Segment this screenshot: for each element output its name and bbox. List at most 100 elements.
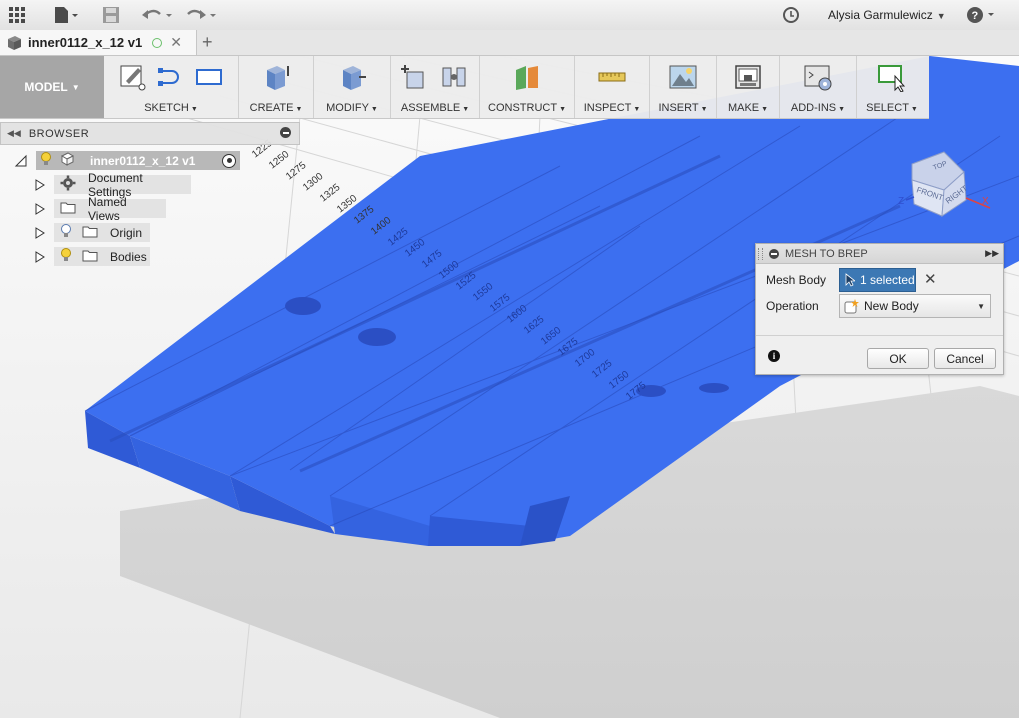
folder-icon xyxy=(82,249,98,265)
hole xyxy=(699,383,729,393)
axis-z-label: Z xyxy=(898,196,904,207)
ok-button-label: OK xyxy=(889,351,907,366)
expand-arrow-icon[interactable] xyxy=(34,178,46,192)
collapse-arrow-icon[interactable] xyxy=(14,154,28,168)
toolbar-group-construct[interactable]: CONSTRUCT ▼ xyxy=(480,56,575,118)
ok-button[interactable]: OK xyxy=(867,348,929,369)
operation-value: New Body xyxy=(864,299,919,313)
minimize-panel-icon[interactable] xyxy=(280,127,291,138)
chevron-down-icon: ▼ xyxy=(700,106,708,113)
hole xyxy=(358,328,396,346)
measure-icon[interactable] xyxy=(597,62,627,92)
construct-label: CONSTRUCT xyxy=(488,102,558,114)
extrude-icon[interactable] xyxy=(261,62,291,92)
lightbulb-icon[interactable] xyxy=(40,152,52,169)
drag-handle-icon[interactable] xyxy=(758,247,763,260)
press-pull-icon[interactable] xyxy=(337,62,367,92)
cancel-button-label: Cancel xyxy=(946,351,984,366)
offset-plane-icon[interactable] xyxy=(512,62,542,92)
user-menu[interactable]: Alysia Garmulewicz ▼ xyxy=(828,8,946,22)
chevron-down-icon: ▼ xyxy=(761,106,769,113)
chevron-down-icon: ▼ xyxy=(370,106,378,113)
folder-icon xyxy=(82,225,98,241)
chevron-down-icon: ▼ xyxy=(71,82,80,92)
scripts-addins-icon[interactable] xyxy=(803,62,833,92)
browser-item-origin[interactable]: Origin xyxy=(34,223,150,242)
browser-root-row[interactable]: inner0112_x_12 v1 xyxy=(14,151,240,170)
document-tab-bar: inner0112_x_12 v1 ✕ + xyxy=(0,30,1019,56)
new-component-icon[interactable] xyxy=(401,62,431,92)
toolbar-group-inspect[interactable]: INSPECT ▼ xyxy=(575,56,650,118)
lightbulb-icon[interactable] xyxy=(60,248,72,265)
insert-label: INSERT xyxy=(658,102,699,114)
operation-row: Operation xyxy=(766,299,819,313)
gear-icon xyxy=(60,175,76,194)
chevron-down-icon: ▼ xyxy=(977,301,985,311)
undo-icon[interactable] xyxy=(140,4,174,26)
addins-label: ADD-INS xyxy=(790,102,837,114)
insert-image-icon[interactable] xyxy=(668,62,698,92)
dialog-divider xyxy=(756,335,1003,336)
browser-item-bodies[interactable]: Bodies xyxy=(34,247,150,266)
chevron-down-icon: ▼ xyxy=(633,106,641,113)
chevron-down-icon: ▼ xyxy=(190,106,198,113)
lightbulb-off-icon[interactable] xyxy=(60,224,72,241)
toolbar-group-assemble[interactable]: ASSEMBLE ▼ xyxy=(391,56,480,118)
operation-dropdown[interactable]: New Body ▼ xyxy=(839,294,991,318)
browser-item-named-views[interactable]: Named Views xyxy=(34,195,166,223)
cancel-button[interactable]: Cancel xyxy=(934,348,996,369)
save-icon[interactable] xyxy=(101,4,121,26)
hole xyxy=(285,297,321,315)
help-icon[interactable]: ? xyxy=(966,4,1000,26)
toolbar-group-addins[interactable]: ADD-INS ▼ xyxy=(780,56,857,118)
dialog-title: MESH TO BREP xyxy=(785,247,868,260)
document-tab[interactable]: inner0112_x_12 v1 ✕ xyxy=(0,30,197,55)
activate-radio-icon[interactable] xyxy=(222,153,236,168)
apps-grid-icon[interactable] xyxy=(6,4,28,26)
dialog-header[interactable]: MESH TO BREP ▶▶ xyxy=(756,244,1003,264)
toolbar-group-select[interactable]: SELECT ▼ xyxy=(857,56,927,118)
folder-icon xyxy=(60,201,76,217)
rectangle-tool-icon[interactable] xyxy=(194,62,224,92)
clear-selection-icon[interactable]: ✕ xyxy=(924,270,937,288)
chevron-down-icon: ▼ xyxy=(838,106,846,113)
component-icon xyxy=(60,152,75,169)
3d-print-icon[interactable] xyxy=(733,62,763,92)
info-icon[interactable]: i xyxy=(768,350,780,362)
toolbar-group-create[interactable]: CREATE ▼ xyxy=(239,56,314,118)
sketch-label: SKETCH xyxy=(144,102,189,114)
expand-arrow-icon[interactable] xyxy=(34,202,46,216)
toolbar-group-modify[interactable]: MODIFY ▼ xyxy=(314,56,391,118)
close-icon[interactable]: ✕ xyxy=(170,34,182,51)
browser-item-document-settings[interactable]: Document Settings xyxy=(34,171,191,199)
svg-text:?: ? xyxy=(972,10,979,22)
main-toolbar: MODEL ▼ SKETCH ▼ CREATE ▼ MODIFY ▼ ASSEMBLE ▼… xyxy=(0,56,929,119)
collapse-dialog-icon[interactable] xyxy=(769,248,779,259)
cursor-arrow-icon xyxy=(845,273,855,287)
browser-item-label: Bodies xyxy=(110,249,147,264)
chevron-down-icon: ▼ xyxy=(559,106,566,113)
new-tab-plus-icon[interactable]: + xyxy=(202,32,213,53)
toolbar-group-insert[interactable]: INSERT ▼ xyxy=(650,56,717,118)
mesh-body-selection[interactable]: 1 selected xyxy=(839,268,916,292)
collapse-panel-icon[interactable]: ◀◀ xyxy=(7,128,21,139)
redo-icon[interactable] xyxy=(184,4,218,26)
file-icon[interactable] xyxy=(52,4,80,26)
toolbar-group-sketch[interactable]: SKETCH ▼ xyxy=(104,56,239,118)
clock-icon[interactable] xyxy=(780,4,802,26)
select-box-icon[interactable] xyxy=(877,62,907,92)
expand-arrow-icon[interactable] xyxy=(34,226,46,240)
browser-item-label: Named Views xyxy=(88,194,127,223)
expand-arrow-icon[interactable] xyxy=(34,250,46,264)
line-tool-icon[interactable] xyxy=(156,62,186,92)
expand-dialog-icon[interactable]: ▶▶ xyxy=(985,248,999,259)
new-body-icon xyxy=(843,298,859,314)
toolbar-group-make[interactable]: MAKE ▼ xyxy=(717,56,780,118)
create-sketch-icon[interactable] xyxy=(118,62,148,92)
joint-icon[interactable] xyxy=(439,62,469,92)
axis-x-label: X xyxy=(982,196,989,207)
browser-root-chip[interactable]: inner0112_x_12 v1 xyxy=(36,151,240,170)
workspace-switcher[interactable]: MODEL ▼ xyxy=(0,56,104,118)
browser-root-label: inner0112_x_12 v1 xyxy=(90,153,196,168)
chevron-down-icon: ▼ xyxy=(462,106,470,113)
